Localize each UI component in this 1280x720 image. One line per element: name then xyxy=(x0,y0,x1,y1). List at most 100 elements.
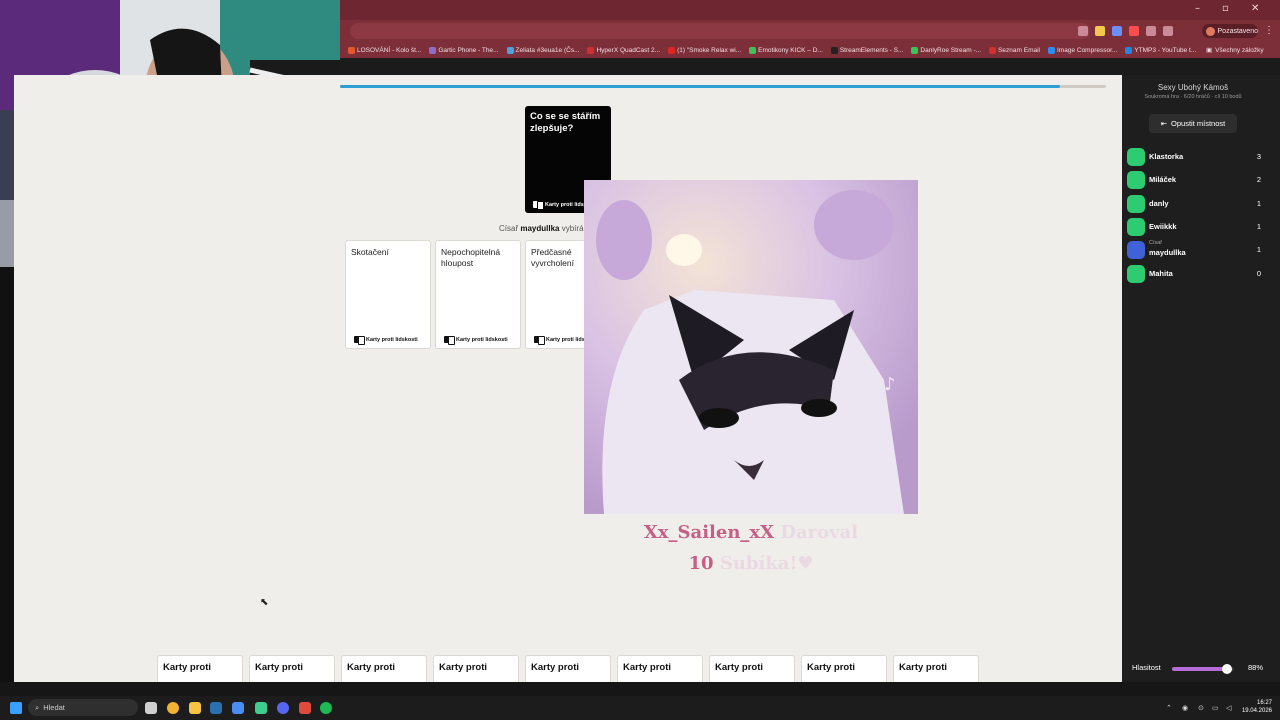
bookmark-label: Zeliata #3eua1e (Čs... xyxy=(515,46,580,54)
czar-status: Císař maydullka vybírá xyxy=(499,224,584,233)
close-window-button[interactable]: ✕ xyxy=(1251,3,1259,14)
player-score: 1 xyxy=(1256,199,1261,208)
taskbar-clock[interactable]: 16:27 19.04.2026 xyxy=(1240,699,1272,715)
task-view-icon[interactable] xyxy=(145,702,157,714)
clock-date: 19.04.2026 xyxy=(1241,708,1272,714)
chrome-icon[interactable] xyxy=(167,702,179,714)
hand-card[interactable]: Karty proti xyxy=(893,655,979,682)
extension-icon[interactable] xyxy=(1112,26,1122,36)
bookmark-item[interactable]: Image Compressor... xyxy=(1048,46,1117,54)
steam-icon[interactable] xyxy=(210,702,222,714)
player-row: Miláček 2 xyxy=(1127,171,1261,189)
mic-icon[interactable]: ⊙ xyxy=(1198,704,1204,712)
bookmark-label: Seznam Email xyxy=(998,46,1040,54)
bookmark-favicon-icon xyxy=(506,46,514,54)
windows-start-icon[interactable] xyxy=(10,702,22,714)
player-role: Císař xyxy=(1149,240,1163,246)
bookmark-item[interactable]: Zeliata #3eua1e (Čs... xyxy=(506,46,580,54)
volume-knob[interactable] xyxy=(1221,664,1232,674)
bookmark-label: DanlyRoe Stream -... xyxy=(920,46,982,54)
hand-cards: Karty proti Karty proti Karty proti Karty p… xyxy=(157,655,979,682)
round-progress-bar xyxy=(340,85,1106,88)
minimize-button[interactable]: – xyxy=(1195,3,1200,14)
menu-kebab-icon[interactable]: ⋮ xyxy=(1264,25,1274,36)
bookmark-favicon-icon xyxy=(1125,46,1133,54)
player-score: 2 xyxy=(1256,175,1261,184)
downloads-icon[interactable] xyxy=(1163,26,1173,36)
maximize-button[interactable]: ▫ xyxy=(1222,3,1229,14)
player-name: danly xyxy=(1149,199,1169,208)
hand-card[interactable]: Karty proti xyxy=(525,655,611,682)
chrome-divider xyxy=(340,58,1280,75)
player-avatar-icon xyxy=(1127,265,1145,283)
player-name: maydullka xyxy=(1149,248,1186,257)
bookmark-favicon-icon xyxy=(429,46,437,54)
speaker-icon[interactable]: ◁ xyxy=(1226,704,1231,712)
all-bookmarks-label: Všechny záložky xyxy=(1215,46,1264,54)
profile-button[interactable]: Pozastaveno xyxy=(1202,24,1258,38)
hand-card[interactable]: Karty proti xyxy=(709,655,795,682)
spotify-icon[interactable] xyxy=(320,702,332,714)
bookmark-item[interactable]: HyperX QuadCast 2... xyxy=(587,46,660,54)
bookmark-item[interactable]: Emotikony KICK – D... xyxy=(749,46,823,54)
extensions-puzzle-icon[interactable] xyxy=(1146,26,1156,36)
terminal-icon[interactable] xyxy=(255,702,267,714)
hand-card[interactable]: Karty proti xyxy=(617,655,703,682)
bookmark-label: Gartic Phone - The... xyxy=(438,46,499,54)
bookmark-item[interactable]: YTMP3 - YouTube t... xyxy=(1125,46,1196,54)
bookmark-item[interactable]: DanlyRoe Stream -... xyxy=(911,46,982,54)
volume-slider[interactable] xyxy=(1172,664,1234,674)
volume-percent: 88% xyxy=(1248,663,1264,672)
streaming-app-icon[interactable] xyxy=(299,702,311,714)
taskbar-search[interactable]: ⌕ Hledat xyxy=(28,699,138,716)
bookmark-item[interactable]: StreamElements - S... xyxy=(830,46,904,54)
hand-card[interactable]: Karty proti xyxy=(341,655,427,682)
player-row: Klastorka 3 xyxy=(1127,148,1261,166)
bookmark-label: Emotikony KICK – D... xyxy=(758,46,823,54)
cat-video-overlay: ♪ xyxy=(584,180,918,514)
hand-card[interactable]: Karty proti xyxy=(249,655,335,682)
network-icon[interactable]: ▭ xyxy=(1212,704,1219,712)
all-bookmarks[interactable]: ▣ Všechny záložky xyxy=(1206,42,1264,58)
played-white-card[interactable]: Skotačení Karty proti lidskosti xyxy=(345,240,431,349)
tray-chevron-icon[interactable]: ⌃ xyxy=(1166,704,1172,712)
player-row: Ewiikkk 1 xyxy=(1127,218,1261,236)
zoom-icon[interactable] xyxy=(1078,26,1088,36)
bookmark-label: StreamElements - S... xyxy=(839,46,904,54)
hand-card[interactable]: Karty proti xyxy=(157,655,243,682)
star-icon[interactable] xyxy=(1095,26,1105,36)
adblock-icon[interactable] xyxy=(1129,26,1139,36)
donation-amount: 10 xyxy=(688,553,714,574)
tray-app-icon[interactable]: ◉ xyxy=(1182,704,1188,712)
bookmark-label: LOSOVÁNÍ - Kolo št... xyxy=(357,46,422,54)
played-white-card[interactable]: Nepochopitelná hloupost Karty proti lidsk… xyxy=(435,240,521,349)
volume-control: Hlasitost 88% xyxy=(1132,663,1272,675)
file-explorer-icon[interactable] xyxy=(189,702,201,714)
discord-icon[interactable] xyxy=(277,702,289,714)
hand-card[interactable]: Karty proti xyxy=(433,655,519,682)
player-avatar-icon xyxy=(1127,195,1145,213)
czar-prefix: Císař xyxy=(499,224,519,233)
svg-text:♪: ♪ xyxy=(884,374,896,395)
bookmark-item[interactable]: Seznam Email xyxy=(989,46,1040,54)
bookmark-item[interactable]: LOSOVÁNÍ - Kolo št... xyxy=(348,46,422,54)
card-brand: Karty proti lidskosti xyxy=(354,336,418,345)
player-name: Ewiikkk xyxy=(1149,222,1177,231)
cards-logo-icon xyxy=(533,201,544,210)
bookmark-item[interactable]: (1) "Smoke Relax wi... xyxy=(668,46,742,54)
clock-time: 16:27 xyxy=(1256,700,1272,706)
address-bar[interactable] xyxy=(350,23,1090,39)
player-row: Mahita 0 xyxy=(1127,265,1261,283)
bookmark-label: (1) "Smoke Relax wi... xyxy=(677,46,742,54)
donation-alert: Xx_Sailen_xX Daroval 10 Subíka!♥ xyxy=(574,517,928,579)
leave-room-button[interactable]: ⇤ Opustit místnost xyxy=(1149,114,1237,133)
player-row: Císař maydullka 1 xyxy=(1127,240,1261,259)
bookmark-item[interactable]: Gartic Phone - The... xyxy=(429,46,499,54)
player-score: 0 xyxy=(1256,269,1261,278)
czar-name: maydullka xyxy=(520,224,560,233)
player-avatar-icon xyxy=(1127,241,1145,259)
profile-label: Pozastaveno xyxy=(1217,27,1258,35)
apps-grid-icon[interactable] xyxy=(232,702,244,714)
hand-card[interactable]: Karty proti xyxy=(801,655,887,682)
browser-titlebar: – ▫ ✕ xyxy=(340,0,1280,20)
